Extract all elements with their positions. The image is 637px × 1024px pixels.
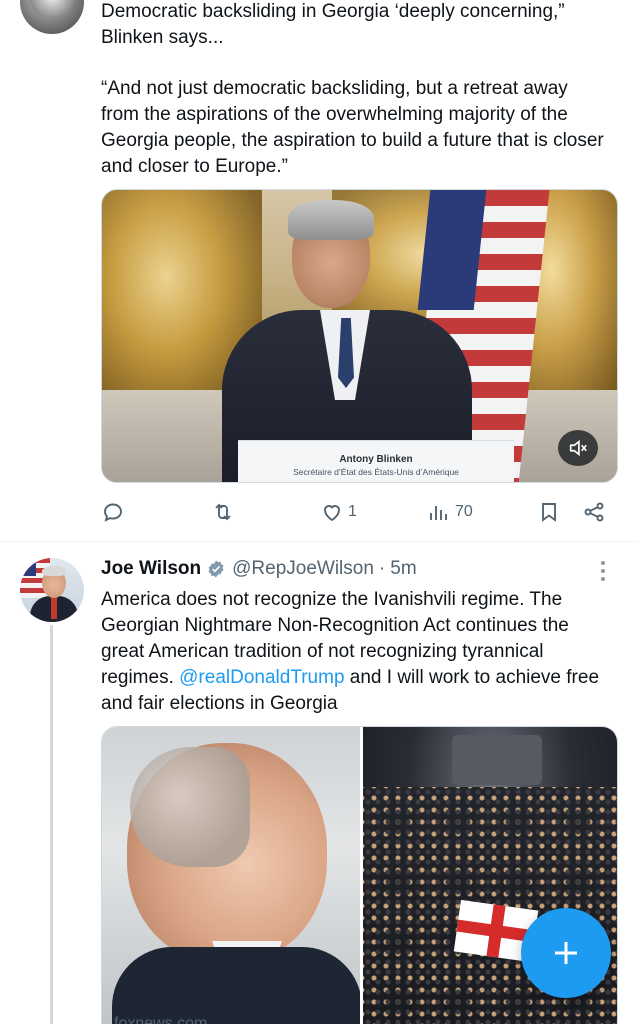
reply-icon (104, 503, 122, 522)
views-icon (430, 506, 447, 520)
more-dot-icon (601, 561, 605, 565)
share-icon (584, 502, 604, 522)
avatar[interactable] (20, 0, 84, 34)
avatar-hair (42, 566, 66, 576)
verified-badge-icon (208, 560, 224, 578)
repost-button[interactable] (211, 494, 239, 530)
share-button[interactable] (582, 494, 606, 530)
repost-icon (215, 503, 231, 521)
speaker-hair (288, 200, 374, 240)
vehicle (452, 735, 542, 785)
muted-speaker-icon (569, 439, 587, 457)
views-button[interactable]: 70 (427, 494, 473, 530)
tweet-text: America does not recognize the Ivanishvi… (101, 587, 616, 717)
tweet-text: Democratic backsliding in Georgia ‘deepl… (101, 1, 565, 48)
meta-separator: · (378, 558, 386, 579)
views-count: 70 (455, 503, 473, 520)
reply-button[interactable] (101, 494, 129, 530)
more-dot-icon (601, 577, 605, 581)
more-dot-icon (601, 569, 605, 573)
bookmark-icon (542, 503, 556, 522)
link-source[interactable]: foxnews.com (114, 1013, 207, 1024)
like-count: 1 (348, 503, 357, 520)
tweet-actions: 1 70 (101, 494, 618, 530)
portrait-hair (130, 747, 250, 867)
timestamp[interactable]: 5m (390, 558, 416, 580)
video-player[interactable]: Antony Blinken Secrétaire d’État des Éta… (101, 189, 618, 483)
avatar-tie (51, 597, 57, 619)
like-button[interactable]: 1 (320, 494, 357, 530)
compose-button[interactable] (521, 908, 611, 998)
author-name[interactable]: Joe Wilson (101, 558, 201, 580)
thread-line (50, 625, 53, 1024)
lectern-name: Antony Blinken (339, 454, 413, 465)
mute-button[interactable] (558, 430, 598, 466)
avatar-flag-canton (20, 558, 36, 576)
lectern: Antony Blinken Secrétaire d’État des Éta… (238, 440, 514, 482)
heart-icon (324, 505, 340, 522)
avatar[interactable] (20, 558, 84, 622)
plus-icon (555, 942, 577, 964)
tweet-blinken[interactable]: Democratic backsliding in Georgia ‘deepl… (0, 0, 637, 541)
bookmark-button[interactable] (537, 494, 561, 530)
more-options-button[interactable] (596, 558, 610, 584)
tweet-header: Joe Wilson @RepJoeWilson · 5m (101, 556, 417, 582)
lectern-title: Secrétaire d’État des États-Unis d’Améri… (293, 467, 459, 477)
mention-link[interactable]: @realDonaldTrump (179, 667, 344, 688)
tweet-quote-text: “And not just democratic backsliding, bu… (101, 78, 604, 177)
author-handle[interactable]: @RepJoeWilson (232, 558, 374, 580)
